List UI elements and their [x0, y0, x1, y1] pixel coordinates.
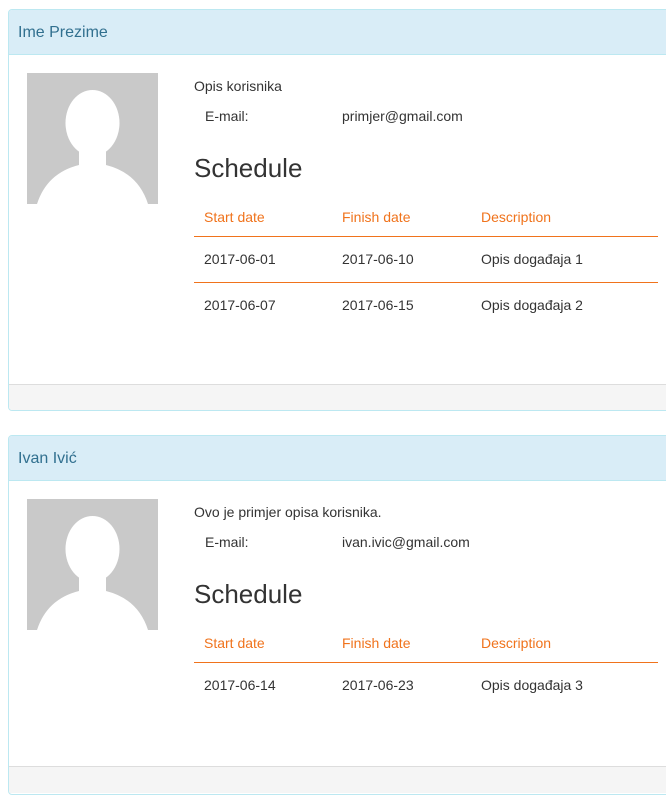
event-start: 2017-06-07	[204, 297, 276, 314]
schedule-header-row: Start date Finish date Description	[194, 625, 658, 663]
avatar-silhouette-icon	[27, 73, 158, 204]
avatar	[27, 73, 158, 204]
schedule-table: Start date Finish date Description 2017-…	[194, 625, 658, 708]
user-description: Opis korisnika	[194, 78, 282, 94]
user-info: Ovo je primjer opisa korisnika. E-mail: …	[194, 503, 664, 708]
email-label: E-mail:	[205, 108, 249, 124]
user-name-heading: Ivan Ivić	[9, 436, 666, 481]
email-label: E-mail:	[205, 534, 249, 550]
event-description: Opis događaja 3	[481, 677, 583, 694]
user-info: Opis korisnika E-mail: primjer@gmail.com…	[194, 77, 664, 328]
schedule-title: Schedule	[194, 153, 303, 183]
table-row: 2017-06-07 2017-06-15 Opis događaja 2	[194, 282, 658, 328]
event-finish: 2017-06-23	[342, 677, 414, 694]
event-finish: 2017-06-15	[342, 297, 414, 314]
email-value: ivan.ivic@gmail.com	[342, 534, 470, 550]
column-header-finish: Finish date	[332, 199, 471, 237]
user-name-heading: Ime Prezime	[9, 10, 666, 55]
column-header-description: Description	[471, 625, 658, 663]
email-row: E-mail: primjer@gmail.com	[194, 107, 664, 125]
schedule-title: Schedule	[194, 579, 303, 609]
column-header-finish: Finish date	[332, 625, 471, 663]
panel-footer	[9, 766, 666, 793]
email-value: primjer@gmail.com	[342, 108, 463, 124]
event-start: 2017-06-14	[204, 677, 276, 694]
schedule-header-row: Start date Finish date Description	[194, 199, 658, 237]
table-row: 2017-06-01 2017-06-10 Opis događaja 1	[194, 236, 658, 283]
avatar	[27, 499, 158, 630]
panel-footer	[9, 384, 666, 410]
email-row: E-mail: ivan.ivic@gmail.com	[194, 533, 664, 551]
user-panel-body: Opis korisnika E-mail: primjer@gmail.com…	[9, 55, 666, 384]
event-description: Opis događaja 1	[471, 236, 658, 283]
avatar-silhouette-icon	[27, 499, 158, 630]
user-panel: Ime Prezime Opis korisnika E-mail: primj…	[8, 9, 666, 411]
user-panel-body: Ovo je primjer opisa korisnika. E-mail: …	[9, 481, 666, 766]
column-header-start: Start date	[194, 199, 332, 237]
table-row: 2017-06-14 2017-06-23 Opis događaja 3	[194, 662, 658, 708]
schedule-table: Start date Finish date Description 2017-…	[194, 199, 658, 328]
event-finish: 2017-06-10	[332, 236, 471, 283]
column-header-start: Start date	[194, 625, 332, 663]
user-panel: Ivan Ivić Ovo je primjer opisa korisnika…	[8, 435, 666, 795]
event-description: Opis događaja 2	[481, 297, 583, 314]
column-header-description: Description	[471, 199, 658, 237]
user-description: Ovo je primjer opisa korisnika.	[194, 504, 382, 520]
event-start: 2017-06-01	[194, 236, 332, 283]
